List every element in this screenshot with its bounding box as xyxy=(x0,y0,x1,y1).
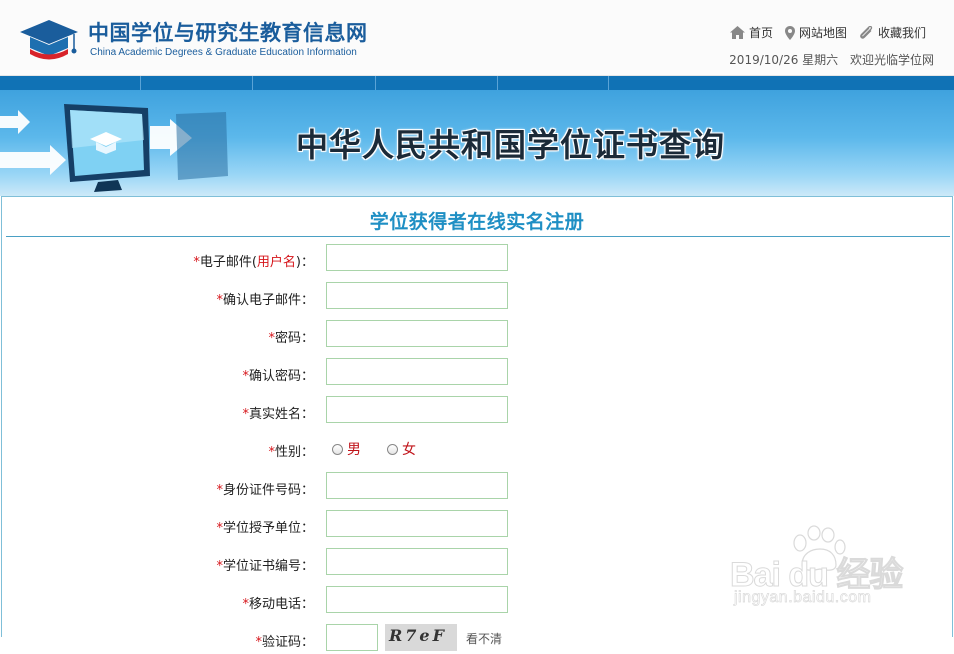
confirm-password-field[interactable] xyxy=(326,358,508,385)
password-label-text: 密码： xyxy=(274,331,314,346)
email-label-text: 电子邮件( xyxy=(199,255,257,270)
certificate-number-field[interactable] xyxy=(326,548,508,575)
confirm-email-field[interactable] xyxy=(326,282,508,309)
certificate-number-label: *学位证书编号： xyxy=(216,555,314,574)
form-row-mobile: *移动电话： xyxy=(2,586,952,616)
nav-favorite-label: 收藏我们 xyxy=(877,26,926,40)
site-header: 中国学位与研究生教育信息网 China Academic Degrees & G… xyxy=(0,0,954,76)
confirm-password-label: *确认密码： xyxy=(242,365,314,384)
banner: 中华人民共和国学位证书查询 xyxy=(0,90,954,196)
form-row-institution: *学位授予单位： xyxy=(2,510,952,540)
institution-label: *学位授予单位： xyxy=(216,517,314,536)
gender-radio-group: 男 女 xyxy=(332,439,442,459)
nav-home[interactable]: 首页 xyxy=(729,24,773,41)
form-title: 学位获得者在线实名注册 xyxy=(369,211,585,233)
nav-sitemap[interactable]: 网站地图 xyxy=(784,24,847,41)
gender-option-female[interactable]: 女 xyxy=(387,439,416,459)
form-row-email: *电子邮件(用户名)： xyxy=(2,244,952,274)
gender-option-male[interactable]: 男 xyxy=(332,439,361,459)
current-date: 2019/10/26 星期六 xyxy=(729,53,839,67)
real-name-label-text: 真实姓名： xyxy=(248,407,314,422)
form-row-id-number: *身份证件号码： xyxy=(2,472,952,502)
monitor-graduation-icon xyxy=(0,104,228,192)
nav-sitemap-label: 网站地图 xyxy=(798,26,847,40)
greeting: 2019/10/26 星期六 欢迎光临学位网 xyxy=(729,51,934,68)
map-pin-icon xyxy=(784,25,795,40)
email-label-end: )： xyxy=(295,255,314,270)
email-label: *电子邮件(用户名)： xyxy=(193,251,314,270)
mobile-label: *移动电话： xyxy=(242,593,314,612)
site-logo[interactable]: 中国学位与研究生教育信息网 China Academic Degrees & G… xyxy=(14,10,374,68)
paperclip-icon xyxy=(860,26,873,39)
username-hint: 用户名 xyxy=(256,255,296,270)
site-title: 中国学位与研究生教育信息网 xyxy=(88,21,368,45)
id-number-field[interactable] xyxy=(326,472,508,499)
nav-divider xyxy=(497,76,498,90)
confirm-email-label-text: 确认电子邮件： xyxy=(222,293,314,308)
captcha-label-text: 验证码： xyxy=(261,635,314,650)
title-divider xyxy=(6,236,950,237)
home-icon xyxy=(729,26,745,39)
female-label: 女 xyxy=(402,442,416,458)
captcha-field[interactable] xyxy=(326,624,378,651)
confirm-email-label: *确认电子邮件： xyxy=(216,289,314,308)
institution-field[interactable] xyxy=(326,510,508,537)
nav-divider xyxy=(140,76,141,90)
nav-divider xyxy=(608,76,609,90)
graduation-cap-logo xyxy=(20,20,78,60)
registration-panel: 学位获得者在线实名注册 *电子邮件(用户名)： *确认电子邮件： *密码： *确… xyxy=(1,196,953,651)
password-label: *密码： xyxy=(268,327,314,346)
id-number-label-text: 身份证件号码： xyxy=(222,483,314,498)
captcha-image[interactable]: R7eF xyxy=(385,624,457,651)
form-row-certificate-number: *学位证书编号： xyxy=(2,548,952,578)
real-name-label: *真实姓名： xyxy=(242,403,314,422)
top-nav: 首页 网站地图 收藏我们 xyxy=(729,24,926,41)
male-label: 男 xyxy=(347,442,361,458)
nav-home-label: 首页 xyxy=(748,26,773,40)
email-field[interactable] xyxy=(326,244,508,271)
mobile-label-text: 移动电话： xyxy=(248,597,314,612)
mobile-field[interactable] xyxy=(326,586,508,613)
male-radio[interactable] xyxy=(332,443,343,455)
confirm-password-label-text: 确认密码： xyxy=(248,369,314,384)
gender-label-text: 性别： xyxy=(274,445,314,460)
banner-title: 中华人民共和国学位证书查询 xyxy=(296,126,726,164)
site-subtitle: China Academic Degrees & Graduate Educat… xyxy=(90,47,357,58)
gender-label: *性别： xyxy=(268,441,314,460)
real-name-field[interactable] xyxy=(326,396,508,423)
form-row-password: *密码： xyxy=(2,320,952,350)
form-row-captcha: *验证码： R7eF 看不清 xyxy=(2,624,952,654)
nav-divider xyxy=(375,76,376,90)
welcome-text: 欢迎光临学位网 xyxy=(849,53,934,67)
certificate-number-label-text: 学位证书编号： xyxy=(222,559,314,574)
captcha-label: *验证码： xyxy=(255,631,314,650)
nav-favorite[interactable]: 收藏我们 xyxy=(859,24,926,41)
password-field[interactable] xyxy=(326,320,508,347)
form-row-real-name: *真实姓名： xyxy=(2,396,952,426)
id-number-label: *身份证件号码： xyxy=(216,479,314,498)
form-row-confirm-email: *确认电子邮件： xyxy=(2,282,952,312)
female-radio[interactable] xyxy=(387,443,398,455)
form-row-gender: *性别： 男 女 xyxy=(2,434,952,464)
nav-bar xyxy=(0,76,954,90)
form-row-confirm-password: *确认密码： xyxy=(2,358,952,388)
captcha-text: R7eF xyxy=(389,626,447,645)
institution-label-text: 学位授予单位： xyxy=(222,521,314,536)
nav-divider xyxy=(252,76,253,90)
